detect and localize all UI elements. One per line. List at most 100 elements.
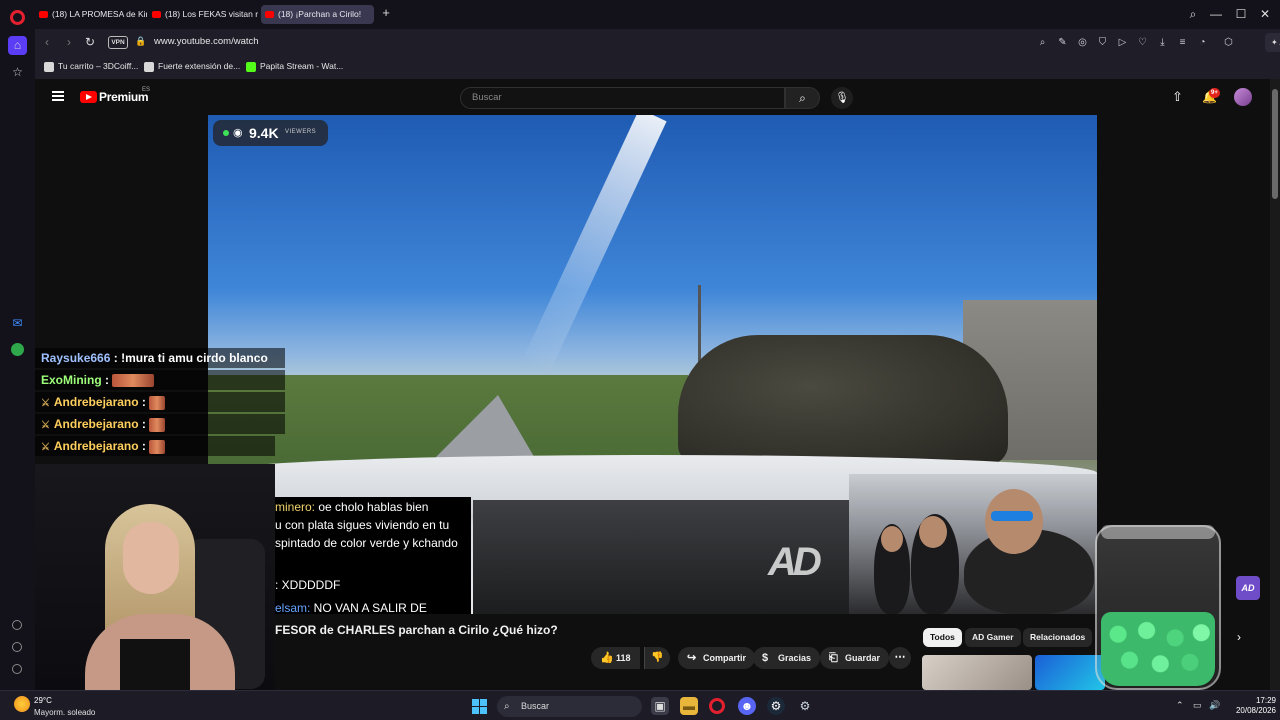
video-title: FESOR de CHARLES parchan a Cirilo ¿Qué h… (275, 623, 558, 637)
tab-search-icon[interactable]: ⌕ (1184, 5, 1202, 23)
save-button[interactable]: ⎗ Guardar (820, 647, 890, 669)
page-scrollbar[interactable] (1270, 79, 1280, 690)
microphone-icon[interactable]: 🎙 (831, 87, 853, 109)
chat-box-text: NO VAN A SALIR DE (310, 601, 427, 614)
tab-item[interactable]: (18) LA PROMESA de Kings (35, 5, 147, 24)
tab-item-active[interactable]: (18) ¡Parchan a Cirilo! (261, 5, 374, 24)
shield-icon[interactable]: ⛉ (1096, 36, 1109, 49)
download-icon[interactable]: ⤓ (1156, 36, 1169, 49)
menu-icon[interactable]: ≡ (1176, 36, 1189, 49)
weather-description[interactable]: Mayorm. soleado (34, 708, 95, 717)
like-button[interactable]: 👍 118 (591, 647, 640, 669)
weather-sun-icon[interactable] (14, 696, 30, 712)
hamburger-menu-icon[interactable] (52, 91, 64, 101)
profile-icon[interactable]: ◔ (1196, 36, 1209, 49)
chat-message: !mura ti amu cirdo blanco (121, 351, 268, 365)
chat-box-line: spintado de color verde y kchando (275, 535, 458, 551)
chevron-right-icon[interactable]: › (1237, 630, 1241, 644)
weather-temperature[interactable]: 29°C (34, 696, 52, 705)
chat-box-text: : XDDDDDF (275, 578, 341, 592)
bookmark-item[interactable]: Fuerte extensión de... (144, 61, 241, 72)
live-dot (223, 130, 229, 136)
sidebar-settings-icon[interactable] (12, 664, 22, 674)
chip-ad-gamer[interactable]: AD Gamer (965, 628, 1021, 647)
avatar[interactable] (1234, 88, 1252, 106)
emote-icon (112, 374, 155, 388)
bookmark-item[interactable]: Papita Stream - Wat... (246, 61, 343, 72)
aria-ai-button[interactable]: ✦ AI (1265, 33, 1280, 52)
heart-icon[interactable]: ♡ (1136, 36, 1149, 49)
new-tab-button[interactable]: + (379, 6, 393, 20)
volume-icon[interactable]: 🔊 (1209, 700, 1220, 711)
emote-icon (148, 439, 165, 454)
youtube-logo-icon[interactable] (80, 91, 97, 103)
minimize-button[interactable]: — (1207, 5, 1225, 23)
steam-icon[interactable]: ⚙ (767, 697, 785, 715)
bookmark-label: Tu carrito – 3DCoiff... (58, 61, 139, 71)
tab-label: (18) Los FEKAS visitan rest (165, 9, 258, 19)
chat-line: Raysuke666 : !mura ti amu cirdo blanco (35, 348, 285, 368)
chat-username: Raysuke666 (41, 351, 111, 365)
chip-all[interactable]: Todos (923, 628, 962, 647)
bookmark-item[interactable]: Tu carrito – 3DCoiff... (44, 61, 139, 72)
thanks-button[interactable]: $ Gracias (753, 647, 821, 669)
task-view-icon[interactable]: ▣ (651, 697, 669, 715)
more-actions-button[interactable]: ⋯ (889, 647, 911, 669)
related-video-thumbnail[interactable] (922, 655, 1032, 690)
close-button[interactable]: ✕ (1256, 5, 1274, 23)
bookmark-icon: ⎗ (829, 652, 838, 664)
streamer-webcam (35, 464, 275, 690)
viewer-count-badge: ◉ 9.4K VIEWERS (213, 120, 328, 146)
sidebar-tool-icon[interactable] (12, 620, 22, 630)
emote-icon (148, 417, 165, 432)
snapshot-icon[interactable]: ◎ (1076, 36, 1089, 49)
edit-icon[interactable]: ✎ (1056, 36, 1069, 49)
vpn-badge[interactable]: VPN (108, 36, 128, 49)
bookmarks-star-icon[interactable]: ☆ (8, 63, 27, 82)
discord-icon[interactable]: ☻ (738, 697, 756, 715)
extensions-icon[interactable]: ⬡ (1222, 36, 1235, 49)
network-icon[interactable]: ▭ (1193, 700, 1202, 711)
forward-icon[interactable]: › (61, 34, 77, 50)
chat-username: Andrebejarano (53, 395, 139, 409)
youtube-header: Premium ES Buscar ⌕ 🎙 ⇧ 🔔 9+ (35, 79, 1270, 115)
maximize-button[interactable]: ☐ (1232, 5, 1250, 23)
settings-icon[interactable]: ⚙ (796, 697, 814, 715)
chat-line: ⚔ Andrebejarano : (35, 414, 285, 434)
tray-chevron-icon[interactable]: ⌃ (1176, 700, 1184, 711)
jar-lid (1101, 525, 1215, 539)
taskbar-search[interactable]: ⌕ Buscar (497, 696, 642, 717)
opera-logo-icon[interactable] (10, 10, 25, 25)
thanks-label: Gracias (778, 653, 812, 663)
clock[interactable]: 17:29 20/08/2026 (1228, 696, 1276, 716)
viewer-count: 9.4K (249, 125, 279, 141)
sidebar-history-icon[interactable] (12, 642, 22, 652)
home-icon[interactable]: ⌂ (8, 36, 27, 55)
channel-logo-icon[interactable]: AD (1236, 576, 1260, 600)
search-input[interactable]: Buscar (460, 87, 785, 109)
tab-item[interactable]: (18) Los FEKAS visitan rest (148, 5, 258, 24)
share-button[interactable]: ↪ Compartir (678, 647, 756, 669)
opera-icon[interactable] (709, 698, 725, 714)
zoom-icon[interactable]: ⌕ (1036, 36, 1049, 49)
thanks-icon: $ (762, 652, 769, 664)
messenger-icon[interactable]: ✉ (8, 314, 27, 333)
dislike-button[interactable]: 👎 (644, 647, 670, 669)
search-button[interactable]: ⌕ (785, 87, 820, 109)
lock-icon[interactable]: 🔒 (135, 36, 146, 47)
viewers-label: VIEWERS (285, 129, 317, 135)
youtube-logo-text[interactable]: Premium (99, 90, 149, 104)
bookmark-label: Fuerte extensión de... (158, 61, 241, 71)
clock-time: 17:29 (1255, 696, 1276, 705)
chip-related[interactable]: Relacionados (1023, 628, 1093, 647)
back-icon[interactable]: ‹ (39, 34, 55, 50)
upload-icon[interactable]: ⇧ (1172, 89, 1183, 105)
file-explorer-icon[interactable]: ▬ (680, 697, 698, 715)
play-icon[interactable]: ▷ (1116, 36, 1129, 49)
whatsapp-icon[interactable] (11, 343, 24, 356)
url-field[interactable]: www.youtube.com/watch (154, 36, 259, 47)
chat-username: Andrebejarano (53, 439, 139, 453)
start-button[interactable] (472, 699, 487, 714)
reload-icon[interactable]: ↻ (82, 34, 98, 50)
scrollbar-thumb[interactable] (1272, 89, 1278, 199)
